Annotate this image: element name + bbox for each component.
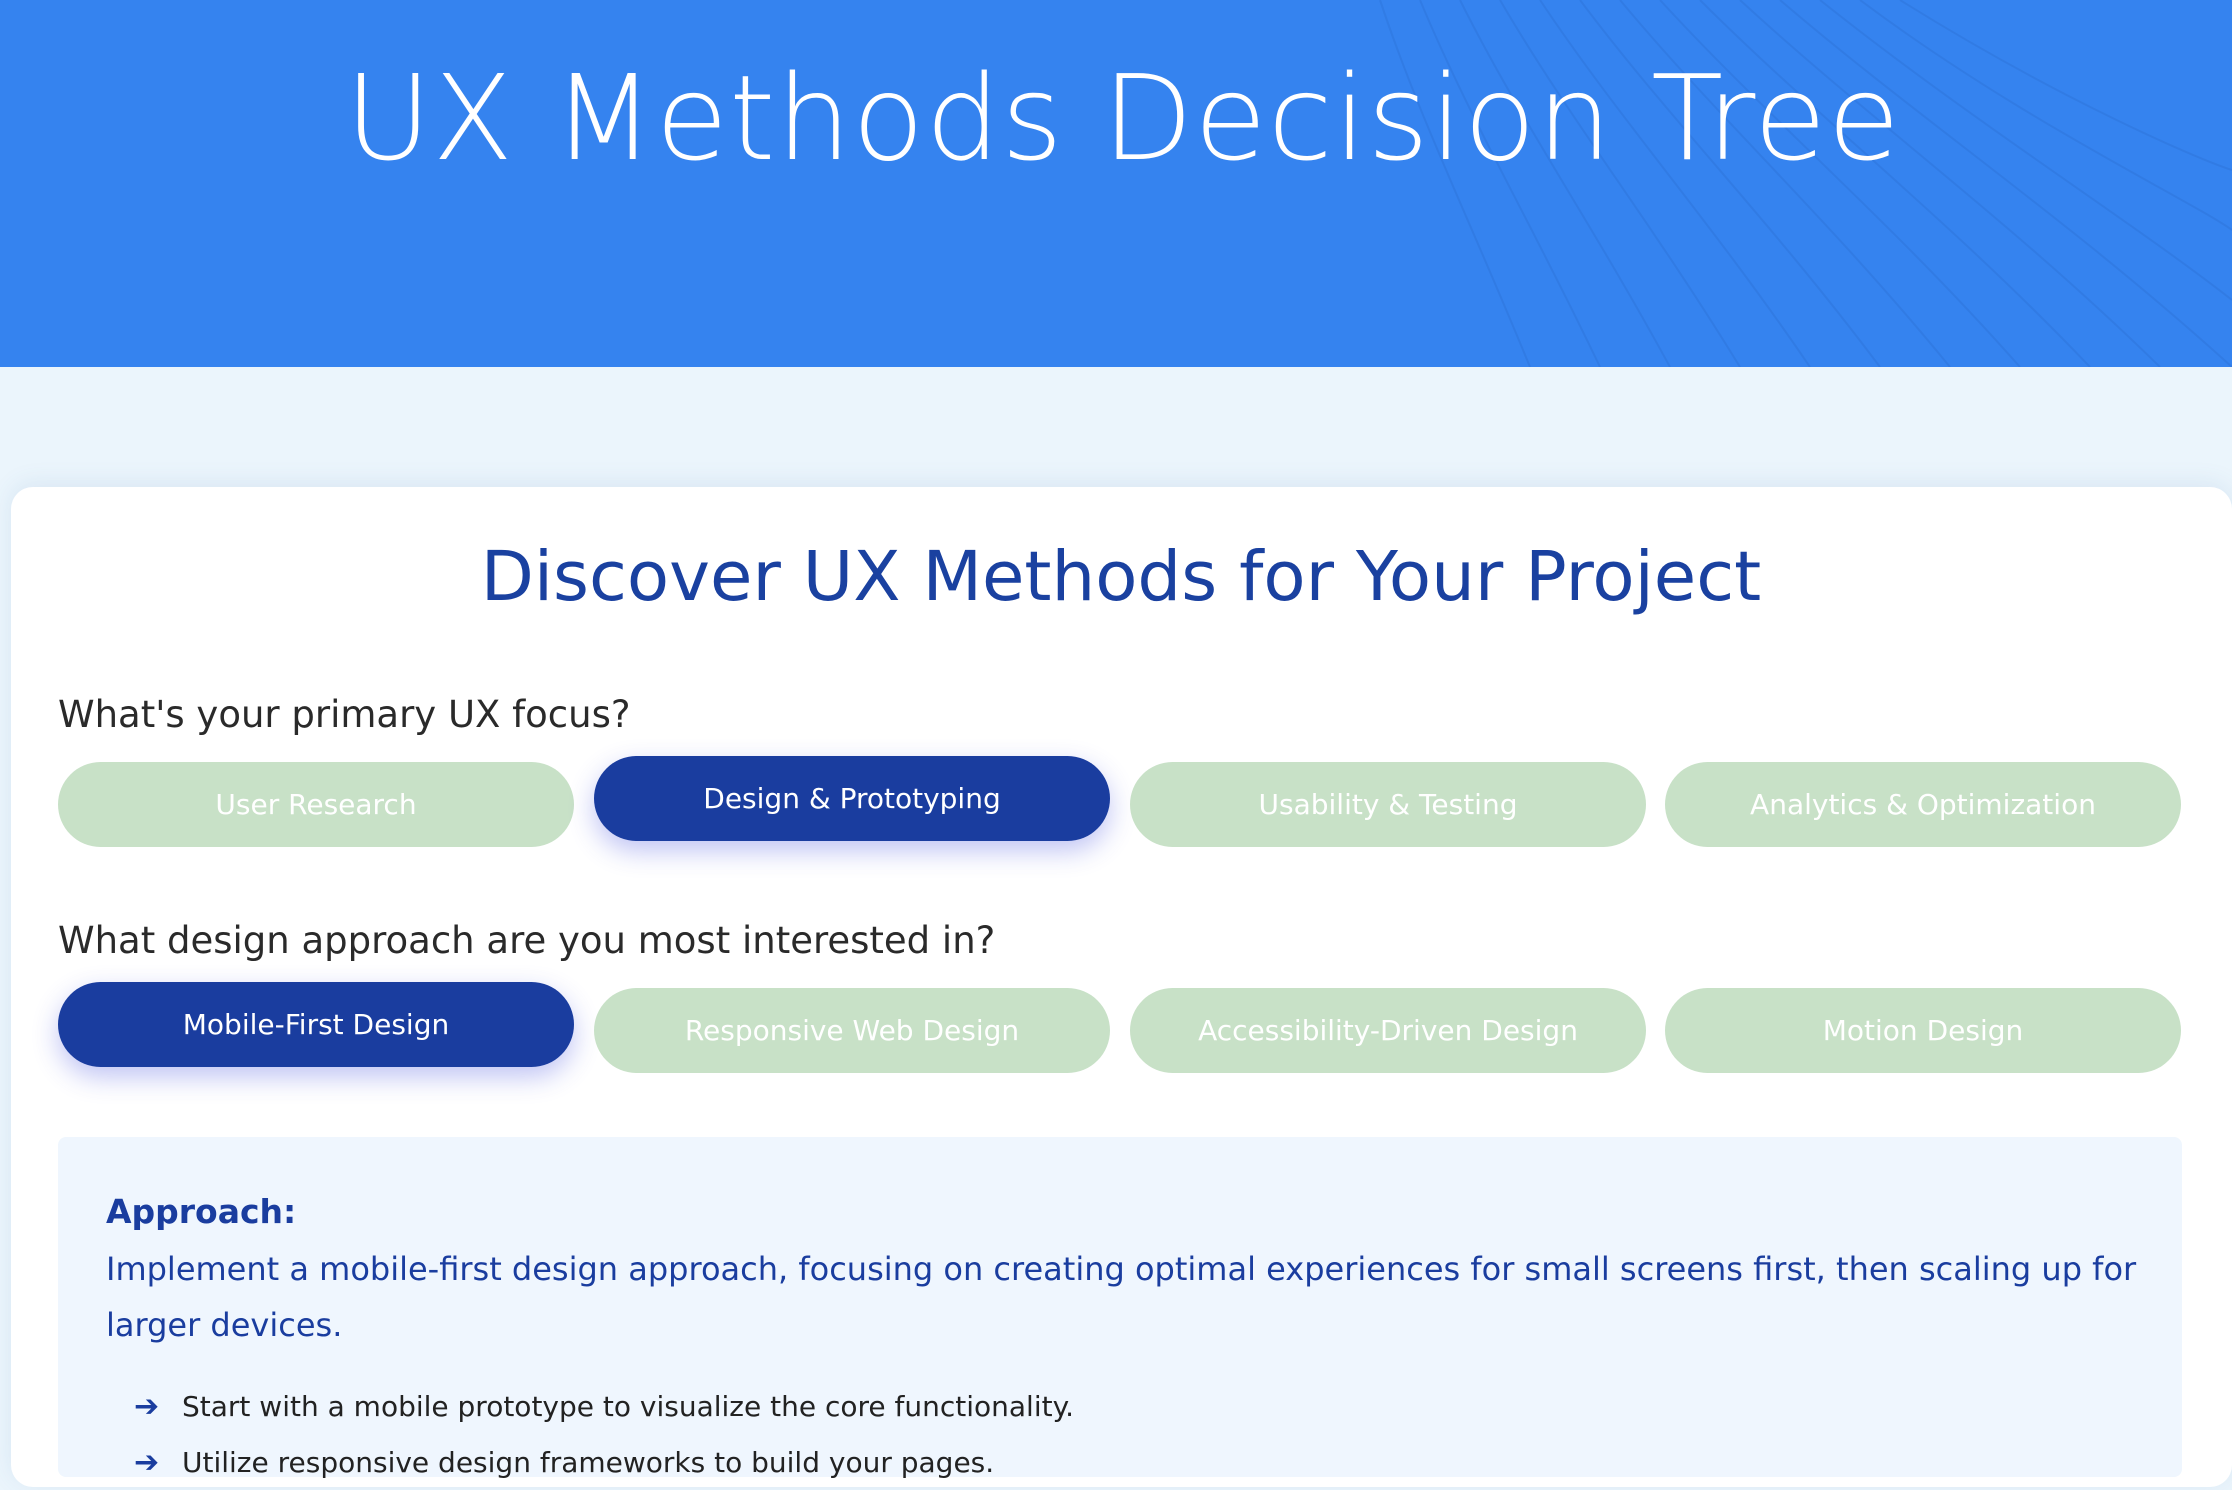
option-design-prototyping[interactable]: Design & Prototyping [594, 756, 1110, 841]
page-title: UX Methods Decision Tree [345, 49, 1901, 187]
option-accessibility-driven-design[interactable]: Accessibility-Driven Design [1130, 988, 1646, 1073]
step-text: Start with a mobile prototype to visuali… [182, 1389, 1075, 1423]
page-header: UX Methods Decision Tree [0, 0, 2232, 367]
option-mobile-first-design[interactable]: Mobile-First Design [58, 982, 574, 1067]
result-description: Implement a mobile-first design approach… [106, 1250, 2137, 1344]
option-analytics-optimization[interactable]: Analytics & Optimization [1665, 762, 2181, 847]
option-user-research[interactable]: User Research [58, 762, 574, 847]
question-ux-focus: What's your primary UX focus? [58, 693, 631, 736]
arrow-right-icon: ➔ [134, 1388, 160, 1424]
list-item: ➔ Utilize responsive design frameworks t… [134, 1434, 1074, 1490]
section-title: Discover UX Methods for Your Project [480, 537, 1762, 617]
arrow-right-icon: ➔ [134, 1444, 160, 1480]
result-steps-list: ➔ Start with a mobile prototype to visua… [134, 1378, 1074, 1490]
list-item: ➔ Start with a mobile prototype to visua… [134, 1378, 1074, 1434]
result-heading: Approach: [106, 1192, 297, 1231]
step-text: Utilize responsive design frameworks to … [182, 1445, 995, 1479]
option-responsive-web-design[interactable]: Responsive Web Design [594, 988, 1110, 1073]
option-motion-design[interactable]: Motion Design [1665, 988, 2181, 1073]
question-design-approach: What design approach are you most intere… [58, 919, 996, 962]
option-usability-testing[interactable]: Usability & Testing [1130, 762, 1646, 847]
